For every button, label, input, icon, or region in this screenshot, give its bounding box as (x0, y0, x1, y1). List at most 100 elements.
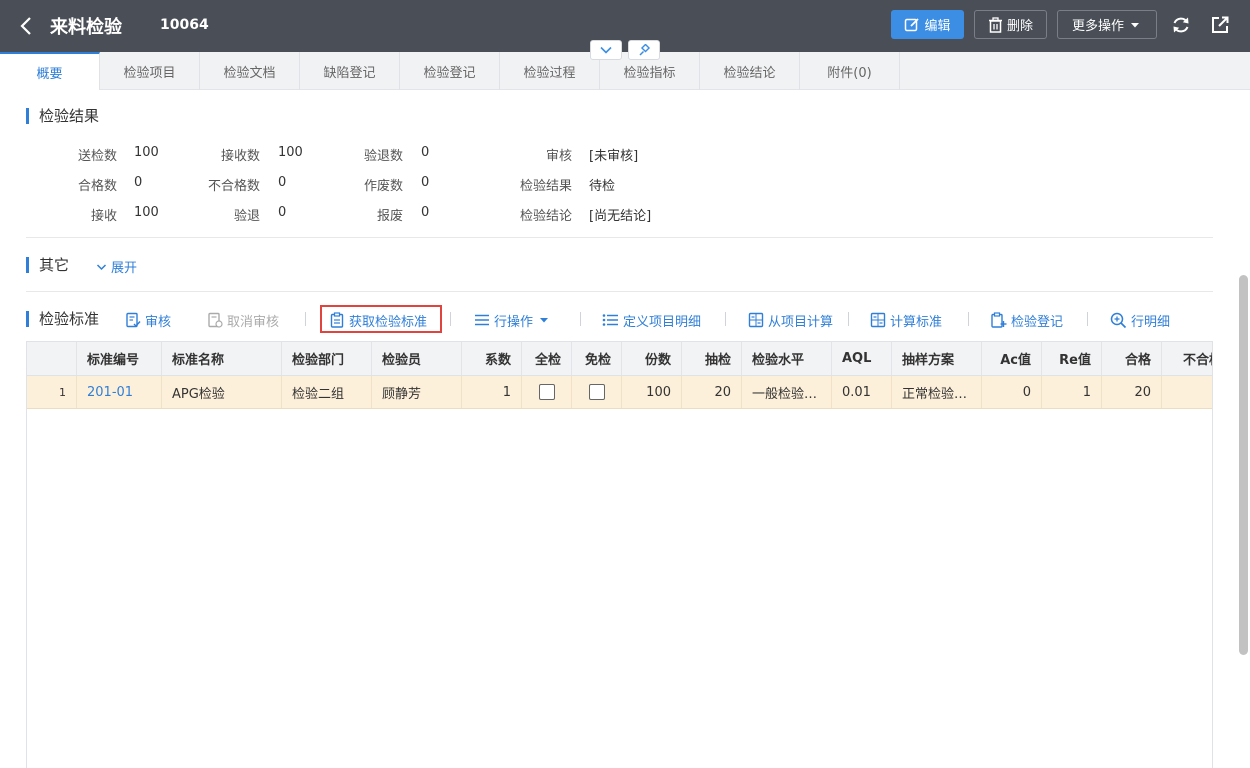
cell-level: 一般检验… (742, 376, 832, 408)
header-copies[interactable]: 份数 (622, 342, 682, 375)
audit-button[interactable]: 审核 (125, 309, 171, 331)
stat-value-audit: [未审核] (589, 149, 639, 164)
caret-down-icon (1131, 22, 1139, 27)
cancel-audit-button[interactable]: 取消审核 (207, 309, 279, 331)
top-header: 来料检验 10064 编辑 删除 更多操作 (0, 0, 1250, 52)
header-pass[interactable]: 合格 (1102, 342, 1162, 375)
refresh-icon[interactable] (1170, 14, 1192, 36)
tab-defect-register[interactable]: 缺陷登记 (300, 52, 400, 90)
header-std-name[interactable]: 标准名称 (162, 342, 282, 375)
delete-label: 删除 (1006, 19, 1033, 34)
cell-std-code[interactable]: 201-01 (77, 376, 162, 408)
row-operations-dropdown[interactable]: 行操作 (474, 309, 551, 331)
tab-bar: 概要 检验项目 检验文档 缺陷登记 检验登记 检验过程 检验指标 检验结论 附件… (0, 52, 1250, 90)
standard-table: 标准编号 标准名称 检验部门 检验员 系数 全检 免检 份数 抽检 检验水平 A… (26, 341, 1213, 768)
stat-label-receive: 接收数 (220, 149, 260, 164)
page-scrollbar-thumb[interactable] (1239, 275, 1248, 655)
page-title: 来料检验 (50, 17, 122, 38)
section-divider (26, 237, 1213, 238)
edit-button[interactable]: 编辑 (891, 10, 964, 39)
cell-coef: 1 (462, 376, 522, 408)
header-std-code[interactable]: 标准编号 (77, 342, 162, 375)
header-re[interactable]: Re值 (1042, 342, 1102, 375)
stat-label-reject: 验退 (233, 209, 260, 224)
cell-ac: 0 (982, 376, 1042, 408)
cell-std-name: APG检验 (162, 376, 282, 408)
section-title-other: 其它 (26, 257, 69, 273)
stat-label-audit: 审核 (545, 149, 572, 164)
stat-value-receive: 100 (278, 145, 303, 160)
fetch-standard-button[interactable]: 获取检验标准 (329, 309, 427, 331)
header-dept[interactable]: 检验部门 (282, 342, 372, 375)
edit-label: 编辑 (924, 19, 951, 34)
collapse-header-button[interactable] (590, 40, 622, 60)
full-check-checkbox[interactable] (538, 384, 555, 400)
header-coef[interactable]: 系数 (462, 342, 522, 375)
calculator-icon (870, 312, 886, 328)
tab-inspection-items[interactable]: 检验项目 (100, 52, 200, 90)
stat-label-return: 验退数 (363, 149, 403, 164)
exempt-checkbox[interactable] (588, 384, 605, 400)
row-index: 1 (27, 376, 77, 408)
calc-from-item-button[interactable]: 从项目计算 (748, 309, 833, 331)
stat-label-result: 检验结果 (519, 179, 572, 194)
stat-value-scrap: 0 (421, 175, 430, 190)
header-exempt[interactable]: 免检 (572, 342, 622, 375)
toolbar-separator (450, 312, 451, 326)
cell-fail: 0 (1162, 376, 1213, 408)
header-sample[interactable]: 抽检 (682, 342, 742, 375)
caret-down-icon (540, 318, 549, 323)
open-external-icon[interactable] (1209, 14, 1231, 36)
expand-label: 展开 (111, 261, 138, 276)
calc-standard-button[interactable]: 计算标准 (870, 309, 942, 331)
define-item-detail-button[interactable]: 定义项目明细 (602, 309, 701, 331)
header-scheme[interactable]: 抽样方案 (892, 342, 982, 375)
toolbar-separator (725, 312, 726, 326)
row-detail-button[interactable]: 行明细 (1110, 309, 1170, 331)
tab-inspection-process[interactable]: 检验过程 (500, 52, 600, 90)
zoom-in-icon (1110, 312, 1127, 328)
header-inspector[interactable]: 检验员 (372, 342, 462, 375)
menu-lines-icon (475, 314, 489, 326)
cell-pass: 20 (1102, 376, 1162, 408)
pin-header-button[interactable] (628, 40, 660, 60)
section-title-result: 检验结果 (26, 108, 99, 124)
cancel-audit-label: 取消审核 (227, 314, 280, 330)
tab-inspection-conclusion[interactable]: 检验结论 (700, 52, 800, 90)
header-aql[interactable]: AQL (832, 342, 892, 375)
stat-label-send: 送检数 (77, 149, 117, 164)
table-header: 标准编号 标准名称 检验部门 检验员 系数 全检 免检 份数 抽检 检验水平 A… (27, 342, 1212, 376)
table-row[interactable]: 1 201-01 APG检验 检验二组 顾静芳 1 100 20 一般检验… 0… (27, 376, 1213, 409)
tab-attachments[interactable]: 附件(0) (800, 52, 900, 90)
inspection-register-label: 检验登记 (1011, 314, 1064, 330)
stat-value-reject: 0 (278, 205, 287, 220)
cell-inspector: 顾静芳 (372, 376, 462, 408)
tab-overview[interactable]: 概要 (0, 52, 100, 90)
header-level[interactable]: 检验水平 (742, 342, 832, 375)
delete-button[interactable]: 删除 (974, 10, 1047, 39)
audit-icon (126, 312, 141, 328)
list-icon (602, 314, 618, 326)
edit-icon (905, 17, 920, 31)
stat-value-send: 100 (134, 145, 159, 160)
cell-dept: 检验二组 (282, 376, 372, 408)
clipboard-icon (330, 312, 344, 328)
header-fail[interactable]: 不合格 (1162, 342, 1212, 375)
section-title-standard: 检验标准 (26, 311, 99, 327)
toolbar-separator (1087, 312, 1088, 326)
tab-inspection-register[interactable]: 检验登记 (400, 52, 500, 90)
header-full-check[interactable]: 全检 (522, 342, 572, 375)
cell-sample: 20 (682, 376, 742, 408)
tab-inspection-docs[interactable]: 检验文档 (200, 52, 300, 90)
inspection-register-button[interactable]: 检验登记 (990, 309, 1063, 331)
back-arrow-icon[interactable] (16, 14, 38, 38)
fetch-standard-label: 获取检验标准 (349, 314, 428, 330)
row-operations-label: 行操作 (494, 314, 534, 330)
toolbar-separator (968, 312, 969, 326)
document-add-icon (991, 312, 1007, 328)
more-actions-dropdown[interactable]: 更多操作 (1057, 10, 1157, 39)
chevron-down-icon (96, 263, 107, 270)
document-code: 10064 (160, 17, 209, 33)
expand-toggle[interactable]: 展开 (96, 257, 137, 276)
header-ac[interactable]: Ac值 (982, 342, 1042, 375)
